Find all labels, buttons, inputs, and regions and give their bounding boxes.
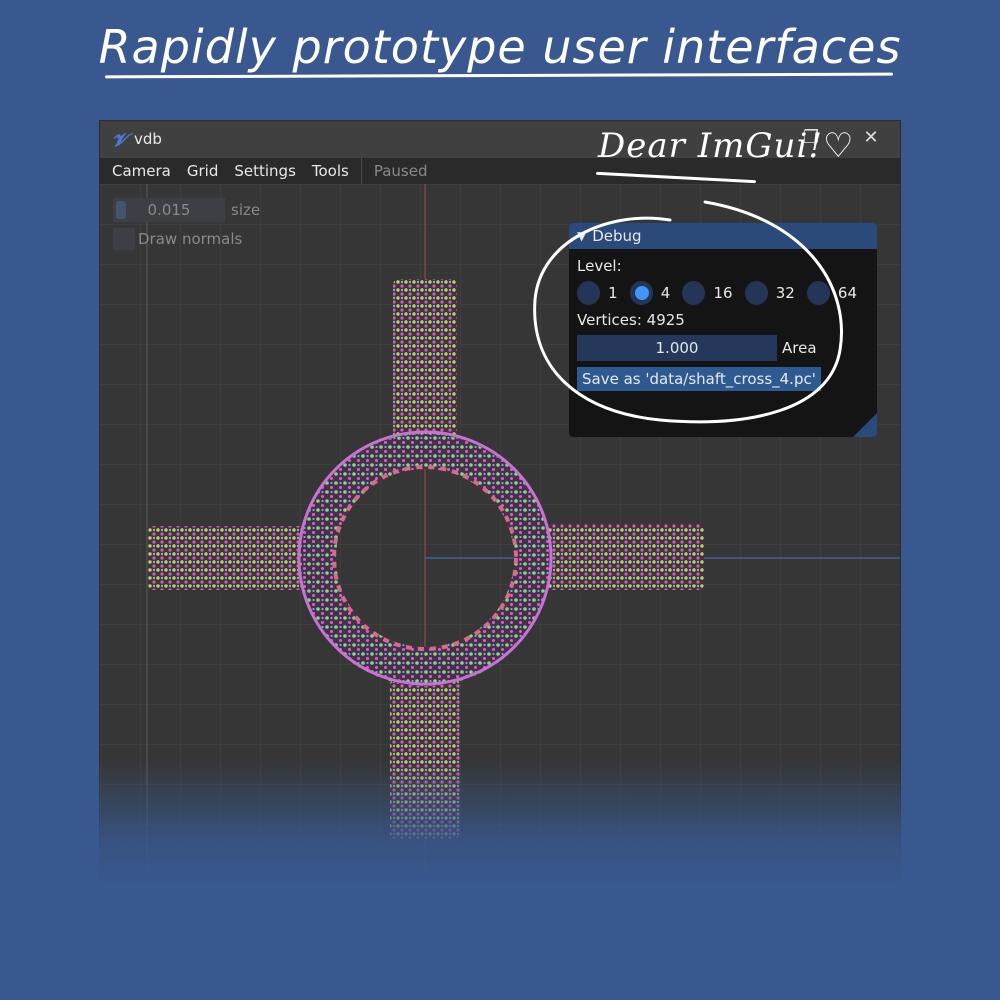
close-icon[interactable]: ✕ [860, 127, 882, 149]
heart-icon: ♡ [822, 126, 855, 166]
shaft-left [148, 526, 306, 590]
size-label: size [231, 201, 261, 219]
menu-tools[interactable]: Tools [304, 162, 357, 180]
draw-normals-checkbox[interactable] [113, 228, 135, 250]
annotation-stroke [533, 200, 843, 424]
size-slider[interactable]: 0.015 [113, 198, 225, 222]
window-title: vdb [134, 130, 162, 148]
size-control: 0.015 size [113, 198, 260, 222]
shaft-right [544, 524, 704, 590]
annotation-circle [533, 200, 843, 424]
headline: Rapidly prototype user interfaces [98, 20, 902, 74]
menu-camera[interactable]: Camera [100, 162, 179, 180]
draw-normals-label: Draw normals [138, 230, 243, 248]
menu-settings[interactable]: Settings [226, 162, 304, 180]
menu-separator [360, 158, 362, 184]
signature-text: Dear ImGui! [598, 126, 823, 166]
dear-imgui-signature: Dear ImGui!♡ [598, 126, 854, 166]
normals-control: Draw normals [113, 228, 242, 250]
shaft-top [393, 279, 457, 444]
menu-grid[interactable]: Grid [179, 162, 226, 180]
app-logo-icon: 𝓥 [112, 130, 127, 151]
size-value: 0.015 [147, 201, 191, 219]
bottom-fade [0, 760, 1000, 1000]
status-paused: Paused [373, 162, 428, 180]
